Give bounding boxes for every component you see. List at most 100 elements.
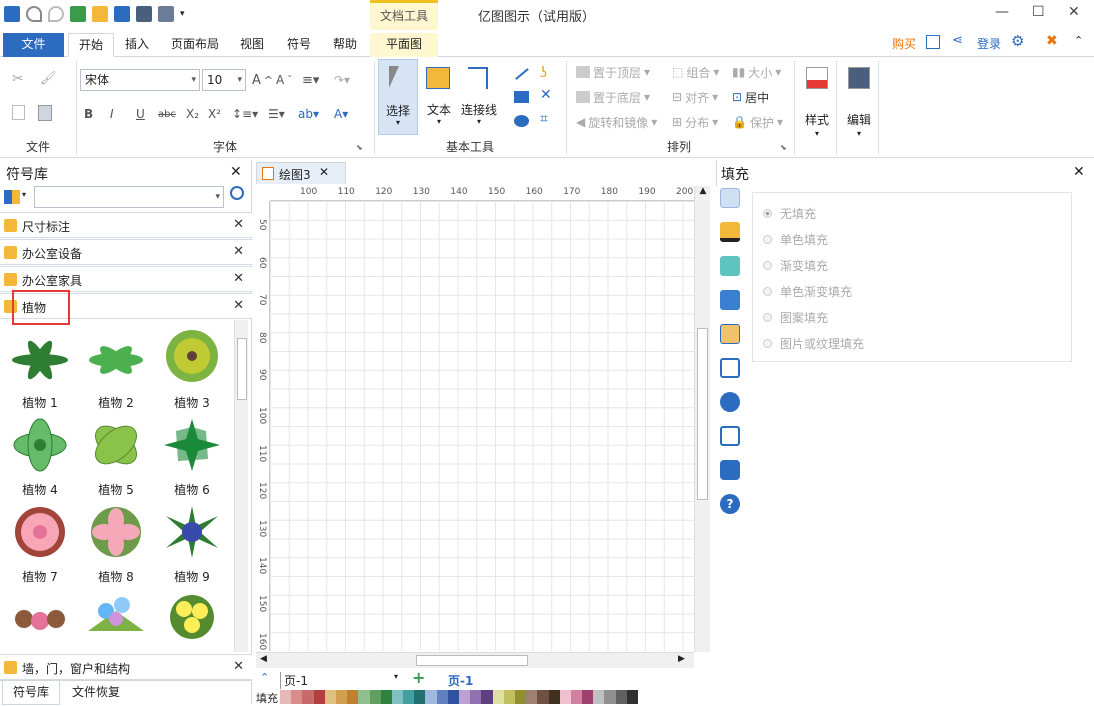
palette-swatch[interactable] — [369, 690, 381, 704]
print-icon[interactable] — [136, 6, 152, 22]
palette-swatch[interactable] — [380, 690, 392, 704]
palette-swatch[interactable] — [447, 690, 459, 704]
style-button[interactable]: 样式 ▾ — [798, 61, 836, 151]
palette-swatch[interactable] — [570, 690, 583, 704]
drawing-grid[interactable] — [270, 201, 694, 651]
palette-swatch[interactable] — [335, 690, 348, 704]
open-folder-icon[interactable] — [92, 6, 108, 22]
palette-swatch[interactable] — [414, 690, 426, 704]
fill-option-gradient[interactable]: 渐变填充 — [763, 257, 828, 274]
category-walls-doors-windows[interactable]: 墙，门，窗户和结构 ✕ — [0, 654, 252, 680]
category-office-furniture[interactable]: 办公室家具 ✕ — [0, 266, 252, 292]
tab-home[interactable]: 开始 — [68, 33, 115, 57]
ellipse-tool-icon[interactable] — [514, 115, 529, 127]
align-button[interactable]: ⊟ 对齐 ▾ — [672, 86, 718, 108]
palette-swatch[interactable] — [626, 690, 638, 704]
arrange-dialog-launcher-icon[interactable]: ⬊ — [780, 143, 787, 152]
category-close-icon[interactable]: ✕ — [233, 298, 244, 313]
share-icon[interactable]: ⋖ — [952, 33, 963, 48]
line-pen-icon[interactable] — [720, 222, 740, 242]
undo-icon[interactable] — [26, 6, 42, 22]
format-painter-icon[interactable]: 🖌 — [40, 71, 57, 86]
font-name-select[interactable]: 宋体 ▾ — [80, 69, 200, 91]
cut-icon[interactable]: ✂ — [12, 71, 24, 87]
distribute-button[interactable]: ⊞ 分布 ▾ — [672, 111, 718, 133]
center-button[interactable]: ⊡ 居中 — [732, 86, 769, 108]
fill-option-solid[interactable]: 单色填充 — [763, 231, 828, 248]
line-tool-icon[interactable] — [515, 68, 529, 80]
crop-point-icon[interactable]: ✕ — [540, 87, 552, 103]
library-close-icon[interactable]: ✕ — [230, 164, 242, 180]
close-window-icon[interactable]: ✕ — [1068, 4, 1080, 20]
page-tab[interactable]: 页-1 — [448, 672, 473, 689]
symbol-plant-8[interactable]: 植物 8 — [80, 500, 152, 586]
category-close-icon[interactable]: ✕ — [233, 271, 244, 286]
send-to-back-button[interactable]: 置于底层 ▾ — [576, 86, 650, 108]
palette-swatch[interactable] — [470, 690, 482, 704]
size-button[interactable]: ▮▮ 大小 ▾ — [732, 61, 781, 83]
bullets-icon[interactable]: ☰▾ — [268, 103, 285, 125]
shrink-font-button[interactable]: Aˇ — [276, 69, 292, 91]
palette-swatch[interactable] — [436, 690, 448, 704]
palette-swatch[interactable] — [324, 690, 336, 704]
line-spacing-icon[interactable]: ↕≡▾ — [232, 103, 258, 125]
palette-swatch[interactable] — [537, 690, 549, 704]
help-icon[interactable]: ? — [720, 494, 740, 514]
tab-floor-plan[interactable]: 平面图 — [370, 33, 438, 57]
collapse-ribbon-icon[interactable]: ⌃ — [1074, 34, 1083, 47]
scroll-up-icon[interactable]: ▲ — [695, 186, 711, 196]
font-color-icon[interactable]: A▾ — [334, 103, 348, 125]
palette-swatch[interactable] — [582, 690, 594, 704]
bring-to-front-button[interactable]: 置于顶层 ▾ — [576, 61, 650, 83]
symbol-plant-4[interactable]: 植物 4 — [4, 413, 76, 499]
page-bar-expand-icon[interactable]: ⌃ — [260, 671, 269, 684]
page-list-icon[interactable] — [720, 358, 740, 378]
fill-panel-close-icon[interactable]: ✕ — [1073, 164, 1085, 180]
text-highlight-icon[interactable]: ab▾ — [298, 103, 319, 125]
palette-swatch[interactable] — [403, 690, 415, 704]
text-tool-button[interactable]: 文本 ▾ — [422, 59, 456, 135]
strikethrough-button[interactable]: abc — [158, 103, 176, 125]
palette-swatch[interactable] — [514, 690, 527, 704]
underline-button[interactable]: U — [136, 103, 145, 125]
palette-swatch[interactable] — [481, 690, 493, 704]
image-icon[interactable] — [720, 290, 740, 310]
library-menu-arrow-icon[interactable]: ▾ — [22, 190, 26, 199]
text-align-icon[interactable]: ≡▾ — [302, 69, 319, 91]
customize-dropdown-icon[interactable]: ▾ — [180, 9, 185, 19]
fill-bucket-icon[interactable] — [720, 188, 740, 208]
font-size-select[interactable]: 10 ▾ — [202, 69, 246, 91]
category-close-icon[interactable]: ✕ — [233, 217, 244, 232]
minimize-icon[interactable]: — — [995, 4, 1009, 20]
settings-gear-icon[interactable]: ⚙ — [1011, 32, 1024, 50]
superscript-button[interactable]: X² — [208, 103, 221, 125]
connector-tool-button[interactable]: 连接线 ▾ — [458, 59, 500, 135]
palette-swatch[interactable] — [425, 690, 437, 704]
group-button[interactable]: ⬚ 组合 ▾ — [672, 61, 719, 83]
rotate-mirror-button[interactable]: ◀ 旋转和镜像 ▾ — [576, 111, 657, 133]
palette-swatch[interactable] — [313, 690, 325, 704]
palette-swatch[interactable] — [347, 690, 359, 704]
tab-help[interactable]: 帮助 — [323, 33, 367, 57]
select-tool-button[interactable]: 选择 ▾ — [378, 59, 418, 135]
grow-font-button[interactable]: A ^ — [252, 69, 273, 91]
export-icon[interactable] — [158, 6, 174, 22]
vertical-scrollbar[interactable]: ▲ — [694, 186, 710, 652]
palette-swatch[interactable] — [492, 690, 504, 704]
horizontal-scrollbar[interactable]: ◀ ▶ — [256, 652, 694, 668]
palette-swatch[interactable] — [391, 690, 404, 704]
tab-view[interactable]: 视图 — [230, 33, 274, 57]
library-search-input[interactable]: ▾ — [34, 186, 224, 208]
category-office-equipment[interactable]: 办公室设备 ✕ — [0, 239, 252, 265]
tab-symbol-library[interactable]: 符号库 — [2, 681, 60, 705]
palette-swatch[interactable] — [526, 690, 538, 704]
palette-swatch[interactable] — [280, 690, 292, 704]
symbol-plant-7[interactable]: 植物 7 — [4, 500, 76, 586]
attachment-icon[interactable] — [720, 426, 740, 446]
palette-swatch[interactable] — [604, 690, 616, 704]
font-dialog-launcher-icon[interactable]: ⬊ — [356, 143, 363, 152]
paste-icon[interactable] — [38, 105, 52, 121]
tab-file-recovery[interactable]: 文件恢复 — [72, 683, 120, 700]
maximize-icon[interactable]: ☐ — [1032, 4, 1045, 20]
protect-button[interactable]: 🔒 保护 ▾ — [732, 111, 783, 133]
